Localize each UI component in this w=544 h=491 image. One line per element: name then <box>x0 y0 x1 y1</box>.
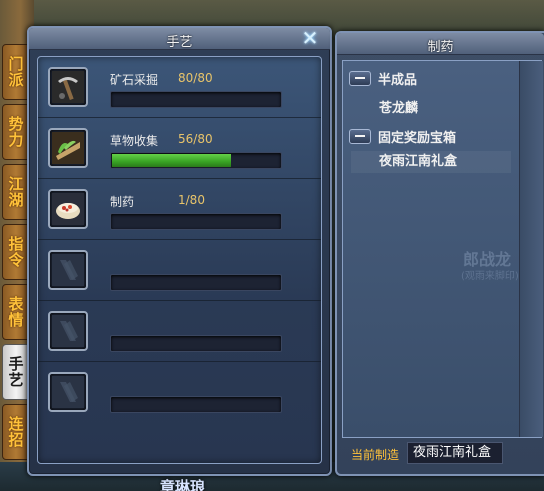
skill-progress-bar <box>110 335 282 352</box>
category-row-reward-box[interactable]: 固定奖励宝箱 <box>349 125 456 147</box>
craft-skill-list: 矿石采掘 80/80 草物收集 56/80 制药 1/80 <box>37 56 322 464</box>
skill-progress-text: 80/80 <box>178 71 213 85</box>
collapse-minus-icon[interactable] <box>349 128 371 144</box>
skill-progress-text: 56/80 <box>178 132 213 146</box>
skill-progress-text: 1/80 <box>178 193 205 207</box>
tab-emotes[interactable]: 表情 <box>2 284 30 340</box>
skill-name: 矿石采掘 <box>110 73 159 87</box>
tab-sect[interactable]: 门派 <box>2 44 30 100</box>
skill-progress-fill <box>112 154 231 167</box>
recipe-item[interactable]: 苍龙麟 <box>379 97 418 116</box>
current-make-label: 当前制造 <box>351 448 400 462</box>
herb-gathering-icon[interactable] <box>48 128 88 168</box>
skill-progress-bar <box>110 396 282 413</box>
tab-faction[interactable]: 势力 <box>2 104 30 160</box>
skill-row-mining[interactable]: 矿石采掘 80/80 <box>38 57 321 118</box>
skill-row-empty[interactable] <box>38 362 321 423</box>
skill-progress-bar <box>110 91 282 108</box>
recipe-list: 郎战龙 (观雨来脚印) 半成品 苍龙麟 固定奖励宝箱 夜雨江南礼盒 <box>342 60 543 438</box>
recipe-item-selected[interactable]: 夜雨江南礼盒 <box>351 151 511 173</box>
recipe-window: 制药 郎战龙 (观雨来脚印) 半成品 苍龙麟 固定奖励宝箱 夜雨江南礼盒 当前制… <box>335 31 544 476</box>
crafting-window-title: 手艺 <box>166 35 193 50</box>
background-watermark-sub: (观雨来脚印) <box>461 271 519 282</box>
crafting-window: 手艺 ✕ 矿石采掘 80/80 草物收集 56/80 制药 1/80 <box>27 26 332 476</box>
skill-row-empty[interactable] <box>38 301 321 362</box>
empty-slot-icon[interactable] <box>48 250 88 290</box>
tab-commands[interactable]: 指令 <box>2 224 30 280</box>
skill-row-empty[interactable] <box>38 240 321 301</box>
skill-name: 制药 <box>110 195 135 209</box>
skill-row-herbs[interactable]: 草物收集 56/80 <box>38 118 321 179</box>
tab-jianghu[interactable]: 江湖 <box>2 164 30 220</box>
category-label: 固定奖励宝箱 <box>378 130 457 146</box>
collapse-minus-icon[interactable] <box>349 70 371 86</box>
skill-progress-bar <box>110 274 282 291</box>
current-make-value: 夜雨江南礼盒 <box>407 442 503 464</box>
close-icon[interactable]: ✕ <box>298 27 322 49</box>
recipe-window-titlebar[interactable]: 制药 <box>337 33 544 55</box>
category-row-semifinished[interactable]: 半成品 <box>349 67 417 89</box>
recipe-scrollbar[interactable] <box>519 61 543 437</box>
skill-row-medicine[interactable]: 制药 1/80 <box>38 179 321 240</box>
tab-crafting[interactable]: 手艺 <box>2 344 30 400</box>
empty-slot-icon[interactable] <box>48 311 88 351</box>
scene-player-name: 章琳琅 <box>160 478 206 491</box>
skill-name: 草物收集 <box>110 134 159 148</box>
skill-progress-bar <box>110 152 282 169</box>
mining-pickaxe-icon[interactable] <box>48 67 88 107</box>
recipe-window-title: 制药 <box>427 40 454 55</box>
skill-progress-bar <box>110 213 282 230</box>
medicine-bowl-icon[interactable] <box>48 189 88 229</box>
empty-slot-icon[interactable] <box>48 372 88 412</box>
tab-combos[interactable]: 连招 <box>2 404 30 460</box>
crafting-window-titlebar[interactable]: 手艺 <box>29 28 330 50</box>
category-label: 半成品 <box>378 72 418 88</box>
